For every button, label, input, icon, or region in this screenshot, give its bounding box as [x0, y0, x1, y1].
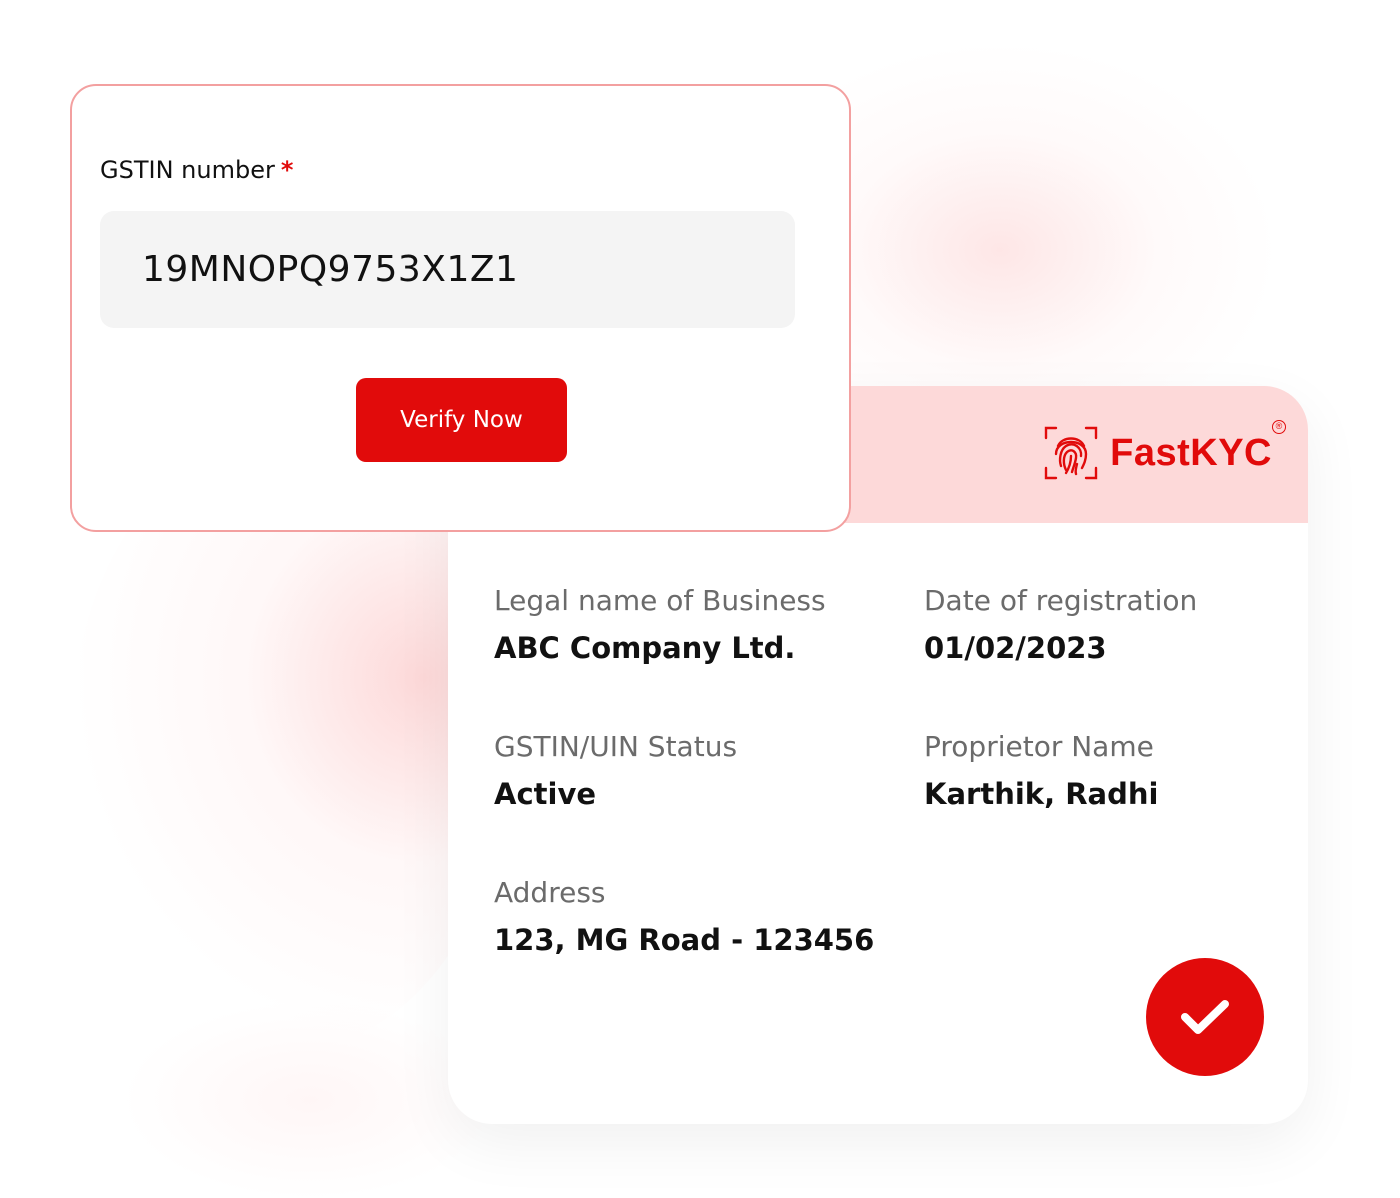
gstin-label-text: GSTIN number: [100, 156, 275, 184]
field-date-of-registration: Date of registration 01/02/2023: [924, 584, 1197, 665]
field-label: GSTIN/UIN Status: [494, 730, 738, 763]
field-value: Active: [494, 777, 597, 811]
field-gstin-status: GSTIN/UIN Status Active: [494, 730, 737, 811]
field-value: 123, MG Road - 123456: [494, 923, 875, 957]
field-label: Date of registration: [924, 584, 1198, 617]
check-circle-icon: [1181, 1000, 1229, 1034]
stage: FastKYC ® Legal name of Business ABC Com…: [0, 0, 1400, 1198]
background-glow: [120, 1000, 500, 1198]
required-mark: *: [280, 156, 294, 184]
gstin-field-label: GSTIN number *: [100, 156, 293, 184]
field-legal-name: Legal name of Business ABC Company Ltd.: [494, 584, 826, 665]
field-value: Karthik, Radhi: [924, 777, 1159, 811]
verify-now-button[interactable]: Verify Now: [356, 378, 567, 462]
field-address: Address 123, MG Road - 123456: [494, 876, 874, 957]
brand-name: FastKYC: [1110, 431, 1272, 474]
registered-mark: ®: [1272, 420, 1286, 434]
gstin-form-card: GSTIN number* Verify Now: [70, 84, 851, 532]
verified-badge: [1146, 958, 1264, 1076]
field-proprietor-name: Proprietor Name Karthik, Radhi: [924, 730, 1158, 811]
field-value: 01/02/2023: [924, 631, 1107, 665]
gstin-input[interactable]: [100, 211, 795, 328]
field-value: ABC Company Ltd.: [494, 631, 796, 665]
field-label: Address: [494, 876, 606, 909]
field-label: Legal name of Business: [494, 584, 826, 617]
fingerprint-scan-icon: [1044, 426, 1098, 480]
field-label: Proprietor Name: [924, 730, 1154, 763]
brand-logo: FastKYC ®: [1042, 420, 1286, 482]
